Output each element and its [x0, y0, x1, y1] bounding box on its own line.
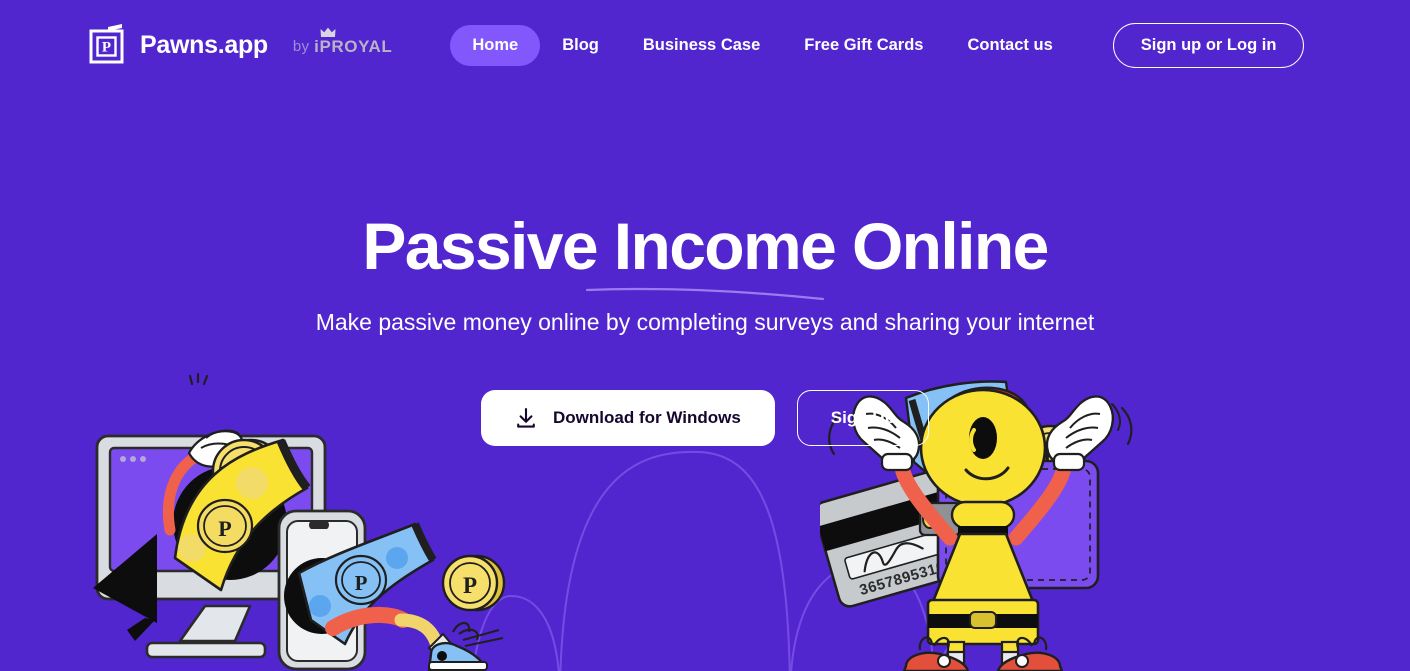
nav-item-contact-us[interactable]: Contact us [945, 25, 1074, 66]
hero-subtitle: Make passive money online by completing … [315, 309, 1095, 335]
page-title: Passive Income Online [362, 209, 1049, 283]
nav-item-home[interactable]: Home [450, 24, 541, 66]
hero-cta-row: Download for Windows Sign Up [0, 390, 1410, 446]
brand-name: Pawns.app [140, 30, 268, 59]
download-for-windows-button[interactable]: Download for Windows [481, 390, 775, 446]
svg-text:P: P [102, 40, 111, 56]
download-icon [517, 407, 535, 428]
svg-text:P: P [463, 573, 477, 598]
download-button-label: Download for Windows [553, 408, 741, 427]
signup-or-login-button[interactable]: Sign up or Log in [1112, 22, 1305, 68]
brand-logo[interactable]: P Pawns.app by iPROYAL [88, 23, 392, 67]
hero-title-wrap: Passive Income Online [0, 208, 1410, 301]
hero-title-underline-swoosh [585, 287, 825, 301]
pawns-book-p-logo-icon: P [89, 24, 124, 64]
svg-text:P: P [218, 516, 231, 541]
sign-up-button[interactable]: Sign Up [796, 390, 929, 446]
brand-partner-wrap: iPROYAL [314, 27, 393, 57]
nav-item-business-case[interactable]: Business Case [621, 25, 782, 66]
nav-item-free-gift-cards[interactable]: Free Gift Cards [782, 25, 945, 66]
brand-partner-credit: by iPROYAL [292, 27, 393, 57]
crown-icon [320, 27, 336, 37]
site-header: P Pawns.app by iPROYAL Home Blog Busines… [0, 0, 1410, 90]
svg-text:P: P [355, 571, 368, 595]
main-navigation: Home Blog Business Case Free Gift Cards … [450, 24, 1074, 66]
gold-p-coin-right: P [441, 554, 506, 612]
brand-partner-name: iPROYAL [314, 36, 393, 56]
brand-by-word: by [292, 38, 310, 55]
nav-item-blog[interactable]: Blog [540, 25, 621, 66]
